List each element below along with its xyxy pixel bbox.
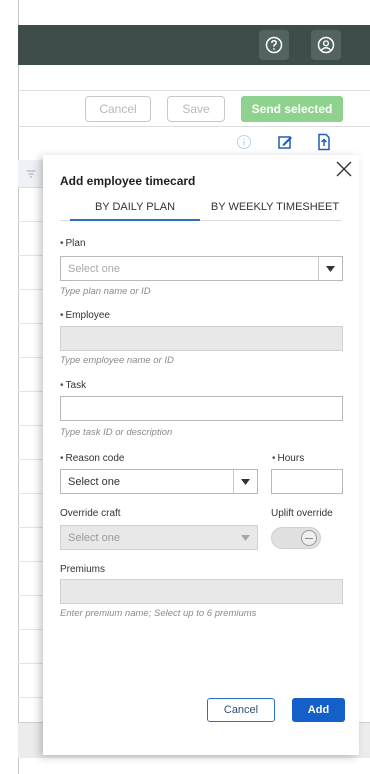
table-row [18, 188, 44, 222]
table-row [18, 562, 44, 596]
background-table [18, 160, 44, 720]
employee-hint: Type employee name or ID [60, 355, 174, 366]
tab-bar: BY DAILY PLAN BY WEEKLY TIMESHEET [60, 197, 342, 221]
user-circle-icon [317, 36, 335, 54]
reason-code-value: Select one [68, 475, 120, 488]
export-icon [318, 133, 330, 151]
close-icon[interactable] [334, 159, 354, 179]
plan-select[interactable]: Select one [60, 256, 343, 281]
table-row [18, 392, 44, 426]
help-button[interactable] [259, 30, 289, 60]
hours-field[interactable] [271, 469, 343, 494]
info-icon [236, 134, 252, 150]
cancel-button[interactable]: Cancel [85, 96, 151, 122]
plan-hint: Type plan name or ID [60, 286, 151, 297]
table-row [18, 256, 44, 290]
tab-by-weekly-timesheet[interactable]: BY WEEKLY TIMESHEET [210, 197, 340, 221]
add-button[interactable]: Add [292, 698, 345, 722]
filter-icon [26, 170, 36, 177]
export-button[interactable] [314, 131, 334, 153]
table-row [18, 222, 44, 256]
plan-placeholder: Select one [68, 262, 120, 275]
toggle-knob-icon [301, 530, 317, 546]
hours-label: • Hours [272, 453, 305, 464]
reason-code-label: • Reason code [60, 453, 125, 464]
panel-title: Add employee timecard [60, 174, 196, 188]
uplift-override-toggle[interactable] [271, 527, 321, 549]
reason-code-dropdown-toggle[interactable] [233, 470, 257, 493]
table-row [18, 494, 44, 528]
table-row [18, 358, 44, 392]
table-row [18, 460, 44, 494]
panel-cancel-button[interactable]: Cancel [207, 698, 275, 722]
task-field[interactable] [60, 396, 343, 421]
table-row [18, 630, 44, 664]
premiums-field[interactable] [60, 579, 343, 604]
user-profile-button[interactable] [311, 30, 341, 60]
edit-icon [278, 136, 292, 149]
premiums-hint: Enter premium name; Select up to 6 premi… [60, 608, 257, 619]
filter-header-cell[interactable] [18, 160, 44, 188]
plan-dropdown-toggle[interactable] [318, 257, 342, 280]
uplift-override-label: Uplift override [271, 508, 333, 519]
tab-by-daily-plan[interactable]: BY DAILY PLAN [70, 197, 200, 221]
task-label: • Task [60, 380, 87, 391]
send-selected-button[interactable]: Send selected [241, 96, 343, 122]
table-row [18, 324, 44, 358]
question-circle-icon [265, 36, 283, 54]
employee-label: • Employee [60, 310, 110, 321]
divider [18, 126, 370, 127]
plan-label: • Plan [60, 238, 86, 249]
override-craft-value: Select one [68, 531, 120, 544]
table-row [18, 290, 44, 324]
top-header-bar [18, 25, 370, 65]
info-button[interactable] [234, 131, 254, 153]
table-row [18, 528, 44, 562]
table-row [18, 664, 44, 698]
chevron-down-icon [240, 534, 250, 541]
employee-field[interactable] [60, 326, 343, 351]
edit-button[interactable] [275, 131, 295, 153]
override-craft-select[interactable]: Select one [60, 525, 258, 550]
task-hint: Type task ID or description [60, 427, 173, 438]
override-craft-label: Override craft [60, 508, 121, 519]
save-button[interactable]: Save [167, 96, 225, 122]
premiums-label: Premiums [60, 564, 106, 575]
add-timecard-panel: Add employee timecard BY DAILY PLAN BY W… [43, 155, 359, 755]
override-craft-dropdown-toggle[interactable] [233, 526, 257, 549]
divider [18, 90, 370, 91]
table-row [18, 596, 44, 630]
table-row [18, 426, 44, 460]
chevron-down-icon [326, 265, 335, 272]
reason-code-select[interactable]: Select one [60, 469, 258, 494]
chevron-down-icon [241, 478, 250, 485]
